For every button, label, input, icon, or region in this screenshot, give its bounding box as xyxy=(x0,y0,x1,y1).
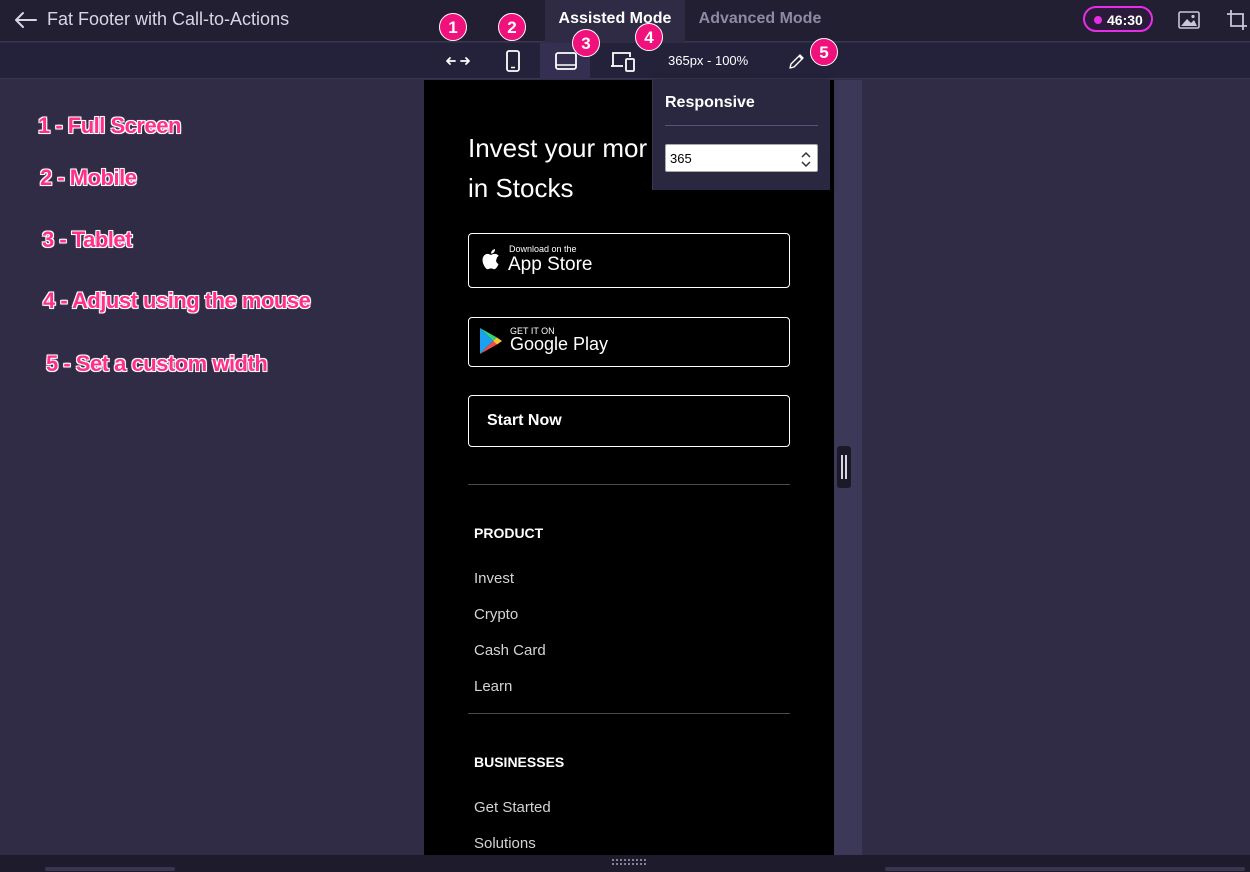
page-title: Fat Footer with Call-to-Actions xyxy=(47,9,290,29)
section-heading-product: PRODUCT xyxy=(474,525,544,541)
top-bar: Fat Footer with Call-to-Actions Assisted… xyxy=(0,0,1250,42)
mobile-preview-frame: Invest your mor in Stocks Download on th… xyxy=(424,80,834,855)
apple-logo-icon xyxy=(482,249,499,270)
full-screen-button[interactable] xyxy=(432,43,482,79)
footer-link-cash-card[interactable]: Cash Card xyxy=(474,642,546,659)
annotation-full-screen: 1 - Full Screen xyxy=(38,113,181,138)
annotation-custom-width: 5 - Set a custom width xyxy=(46,351,268,376)
responsive-view-button[interactable] xyxy=(597,43,647,79)
width-readout: 365px - 100% xyxy=(668,53,749,68)
start-now-button[interactable]: Start Now xyxy=(468,395,790,447)
tab-assisted-mode[interactable]: Assisted Mode xyxy=(545,0,685,42)
callout-badge-4: 4 xyxy=(635,23,663,51)
google-play-button[interactable]: GET IT ON Google Play xyxy=(468,317,790,367)
horizontal-scrollbar-right[interactable] xyxy=(885,867,1245,871)
divider xyxy=(468,484,790,485)
callout-badge-1: 1 xyxy=(439,13,467,41)
mobile-view-button[interactable] xyxy=(488,43,538,79)
app-store-small-text: Download on the xyxy=(509,244,577,254)
footer-link-solutions[interactable]: Solutions xyxy=(474,835,536,852)
divider xyxy=(665,125,818,126)
divider xyxy=(468,713,790,714)
canvas-right-area xyxy=(862,80,1250,855)
section-heading-businesses: BUSINESSES xyxy=(474,754,565,770)
horizontal-arrows-icon xyxy=(446,57,470,65)
callout-badge-3: 3 xyxy=(572,29,600,57)
footer-link-crypto[interactable]: Crypto xyxy=(474,606,518,623)
annotation-adjust-mouse: 4 - Adjust using the mouse xyxy=(43,288,311,313)
recording-dot-icon xyxy=(1094,16,1102,24)
app-store-big-text: App Store xyxy=(508,254,593,275)
popup-title: Responsive xyxy=(665,94,755,111)
callout-badge-5: 5 xyxy=(810,38,838,66)
start-now-label: Start Now xyxy=(487,412,562,429)
tab-advanced-mode[interactable]: Advanced Mode xyxy=(690,0,830,42)
image-icon[interactable] xyxy=(1177,9,1201,31)
timer-text: 46:30 xyxy=(1107,12,1143,28)
footer-link-invest[interactable]: Invest xyxy=(474,570,514,587)
horizontal-scrollbar-left[interactable] xyxy=(45,867,175,871)
edit-width-pencil-icon[interactable] xyxy=(785,49,809,73)
canvas-left-area xyxy=(0,80,424,855)
annotation-mobile: 2 - Mobile xyxy=(40,165,137,190)
spin-down-icon[interactable] xyxy=(800,159,812,169)
back-arrow-icon[interactable] xyxy=(12,8,38,32)
footer-link-learn[interactable]: Learn xyxy=(474,678,512,695)
responsive-devices-icon xyxy=(611,52,635,72)
mobile-phone-icon xyxy=(506,50,520,72)
footer-link-get-started[interactable]: Get Started xyxy=(474,799,551,816)
device-toolbar: 365px - 100% xyxy=(0,43,1250,79)
custom-width-input[interactable] xyxy=(665,144,818,172)
responsive-width-popup: Responsive xyxy=(652,80,830,190)
google-play-logo-icon xyxy=(480,328,502,354)
crop-icon[interactable] xyxy=(1225,8,1249,32)
timer-badge: 46:30 xyxy=(1083,6,1153,32)
callout-badge-2: 2 xyxy=(498,13,526,41)
google-play-big-text: Google Play xyxy=(510,334,609,354)
annotation-tablet: 3 - Tablet xyxy=(42,227,132,252)
preview-resize-handle[interactable] xyxy=(837,446,851,488)
bottom-bar xyxy=(0,855,1250,872)
panel-resize-grip-icon[interactable] xyxy=(611,858,647,866)
app-store-button[interactable]: Download on the App Store xyxy=(468,233,790,288)
